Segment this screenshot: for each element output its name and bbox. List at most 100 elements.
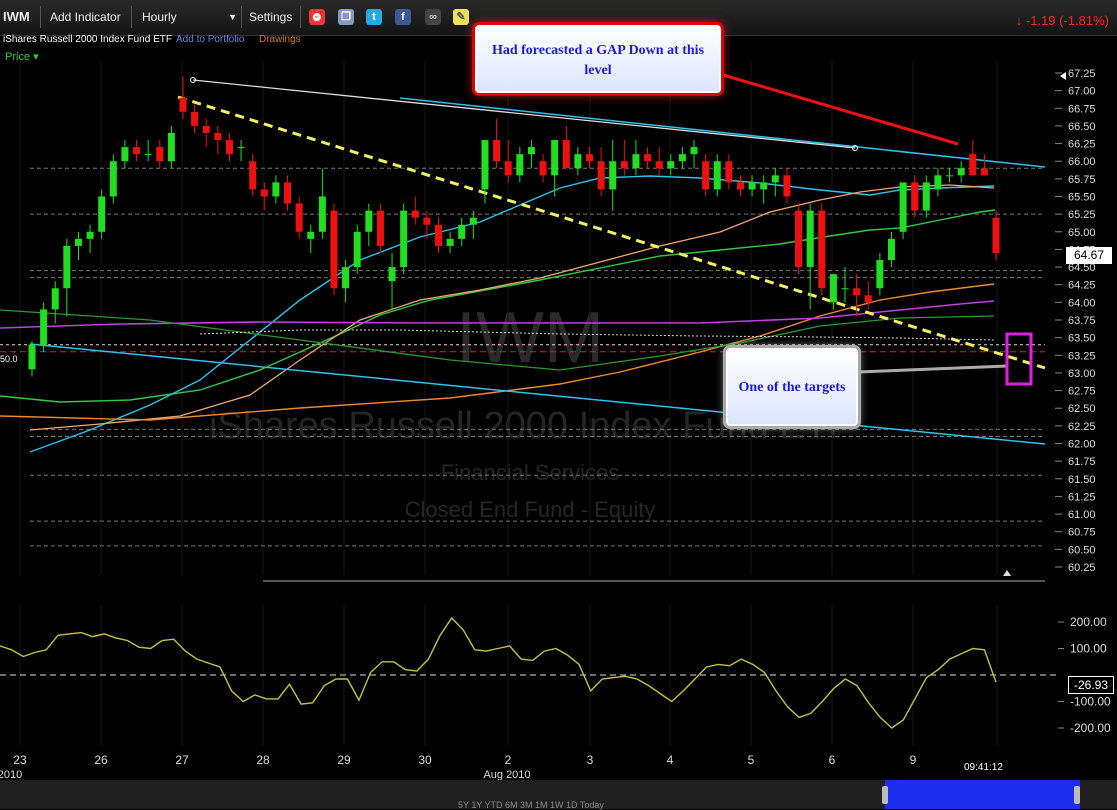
y-axis-tick-label: 60.25 (1068, 562, 1096, 574)
candle-up (481, 140, 489, 190)
candle-up (144, 154, 152, 156)
candle-up (551, 140, 559, 176)
gap-callout-pointer (722, 73, 959, 146)
candle-down (736, 182, 744, 190)
y-axis-tick-label: 66.50 (1068, 121, 1096, 133)
candle-up (388, 267, 396, 282)
candle-up (829, 274, 837, 303)
candle-up (86, 231, 94, 239)
x-axis-day-label: 3 (587, 753, 594, 767)
candle-up (771, 175, 779, 183)
x-axis-day-label: 5 (748, 753, 755, 767)
y-axis-tick-label: 65.00 (1068, 227, 1096, 239)
candle-down (725, 161, 733, 183)
y-axis-tick-label: 67.00 (1068, 86, 1096, 98)
candle-up (934, 175, 942, 190)
candle-up (365, 210, 373, 232)
candle-up (272, 182, 280, 197)
candle-up (609, 161, 617, 190)
y-axis-tick-label: 66.25 (1068, 139, 1096, 151)
candle-down (562, 140, 570, 169)
y-axis-tick-label: 64.25 (1068, 280, 1096, 292)
y-axis-tick-label: 62.50 (1068, 403, 1096, 415)
candle-up (690, 147, 698, 155)
candle-down (644, 154, 652, 162)
candle-up (400, 210, 408, 268)
last-price-tag: 64.67 (1066, 247, 1112, 264)
x-axis-day-label: 30 (418, 753, 432, 767)
x-axis-day-label: 2 (505, 753, 512, 767)
candle-up (307, 231, 315, 239)
candle-up (167, 132, 175, 162)
candle-down (284, 182, 292, 204)
y-axis-tick-label: 65.75 (1068, 174, 1096, 186)
candle-up (713, 161, 721, 190)
y-axis-tick-label: 61.75 (1068, 456, 1096, 468)
candle-down (249, 161, 257, 190)
price-chart[interactable]: IWMiShares Russell 2000 Index Fund ETFFi… (0, 0, 1117, 809)
y-axis-tick-label: 62.25 (1068, 421, 1096, 433)
candle-up (74, 238, 82, 246)
y-axis-tick-label: 65.50 (1068, 192, 1096, 204)
y-axis-tick-label: 62.00 (1068, 439, 1096, 451)
current-time: 09:41:12 (964, 762, 1003, 773)
candle-down (411, 210, 419, 218)
watermark-sector: Financial Services (441, 460, 620, 485)
candle-up (51, 288, 59, 310)
candle-down (133, 147, 141, 155)
candle-down (156, 147, 164, 162)
candle-up (516, 154, 524, 176)
x-axis-day-label: 27 (175, 753, 189, 767)
candle-down (585, 154, 593, 162)
candle-up (318, 196, 326, 232)
y-axis-tick-label: 60.50 (1068, 544, 1096, 556)
candle-down (864, 295, 872, 303)
y-axis-tick-label: 62.75 (1068, 386, 1096, 398)
oscillator-line (0, 616, 997, 729)
candle-up (98, 196, 106, 232)
x-axis-day-label: 23 (13, 753, 27, 767)
candle-down (435, 224, 443, 246)
candle-down (620, 161, 628, 169)
y-axis-tick-label: 66.00 (1068, 156, 1096, 168)
candle-down (179, 97, 187, 112)
candle-up (841, 288, 849, 290)
candle-down (992, 217, 1000, 253)
candle-down (818, 210, 826, 289)
y-axis-tick-label: 65.25 (1068, 209, 1096, 221)
candle-up (899, 182, 907, 232)
candle-down (853, 288, 861, 296)
candle-down (980, 168, 988, 176)
candle-down (225, 140, 233, 155)
navigator-right-handle[interactable] (1074, 786, 1080, 804)
navigator-left-handle[interactable] (882, 786, 888, 804)
y-axis-tick-label: 61.25 (1068, 491, 1096, 503)
candle-up (527, 147, 535, 155)
candle-down (504, 161, 512, 176)
osc-axis-tick-label: 100.00 (1070, 642, 1107, 656)
candle-down (423, 217, 431, 225)
candle-up (922, 182, 930, 211)
candle-up (469, 217, 477, 225)
scroll-arrow-icon (1003, 570, 1011, 576)
candle-up (458, 224, 466, 239)
y-axis-tick-label: 63.50 (1068, 333, 1096, 345)
x-axis-day-label: 26 (94, 753, 108, 767)
candle-up (876, 260, 884, 289)
candle-down (260, 189, 268, 197)
x-axis-day-label: 28 (256, 753, 270, 767)
x-axis-day-label: 4 (667, 753, 674, 767)
gap-forecast-callout: Had forecasted a GAP Down at this level (475, 25, 721, 93)
candle-up (748, 182, 756, 190)
navigator-window[interactable] (885, 780, 1080, 809)
candle-down (911, 182, 919, 211)
y-axis-tick-label: 60.75 (1068, 527, 1096, 539)
candle-up (887, 238, 895, 261)
osc-axis-tick-label: -100.00 (1070, 695, 1111, 709)
candle-down (969, 154, 977, 176)
y-axis-tick-label: 61.00 (1068, 509, 1096, 521)
osc-axis-tick-label: -200.00 (1070, 721, 1111, 735)
candle-down (539, 161, 547, 176)
candle-up (946, 175, 954, 177)
candle-down (702, 161, 710, 190)
